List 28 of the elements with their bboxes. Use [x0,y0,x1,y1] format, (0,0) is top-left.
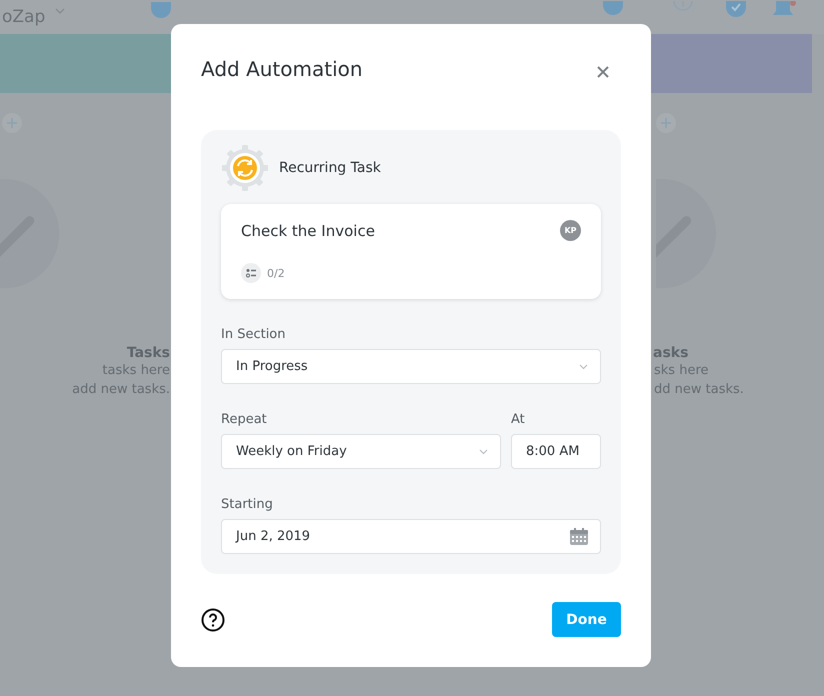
chevron-down-icon [479,448,488,454]
time-field[interactable]: 8:00 AM [511,434,601,469]
empty-hint: sks here [654,362,709,380]
calendar-icon [570,528,588,545]
field-label: At [511,412,526,427]
dialog-title: Add Automation [201,57,363,81]
close-button[interactable] [595,64,611,80]
date-field[interactable]: Jun 2, 2019 [221,519,601,554]
assignee-avatar: KP [560,220,581,241]
column-title: Tasks [126,345,170,361]
column-title: asks [653,345,688,361]
section-dropdown[interactable]: In Progress [221,349,601,384]
chevron-down-icon [579,364,588,370]
task-card[interactable]: Check the Invoice KP 0/2 [221,204,601,299]
empty-hint: dd new tasks. [654,381,744,399]
subtask-count: 0/2 [267,266,285,280]
empty-hint: tasks here [102,362,170,380]
help-button[interactable] [201,608,225,632]
field-label: Repeat [221,412,268,427]
chevron-down-icon[interactable] [55,8,66,14]
recurring-gear-icon [221,144,269,192]
trigger-name: Recurring Task [279,160,381,176]
field-label: In Section [221,327,287,342]
checklist-icon [241,263,261,283]
empty-hint: add new tasks. [72,381,170,399]
task-title: Check the Invoice [241,222,375,240]
field-label: Starting [221,497,274,512]
repeat-dropdown[interactable]: Weekly on Friday [221,434,501,469]
